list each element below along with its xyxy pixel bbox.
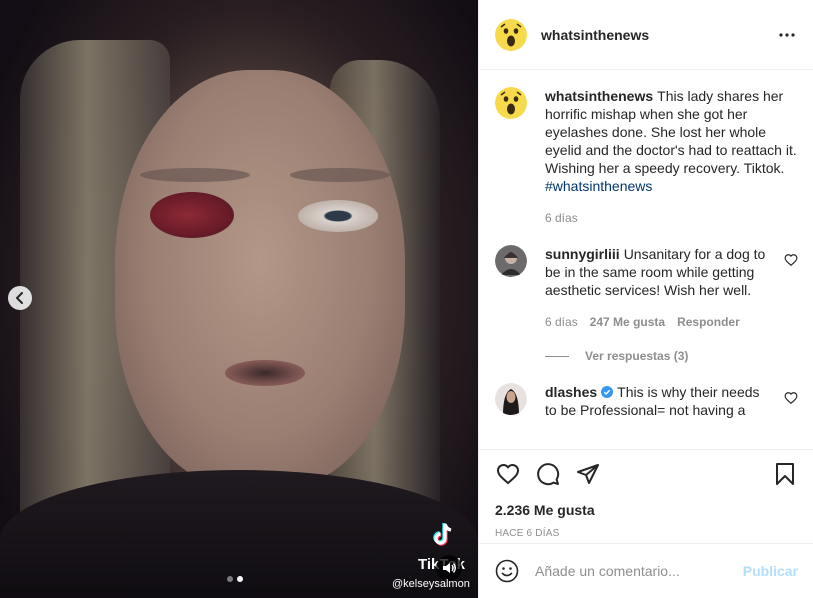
avatar[interactable] [495, 87, 527, 119]
slide-indicator [227, 576, 243, 582]
post-actions: 2.236 Me gusta HACE 6 DÍAS [479, 449, 813, 539]
ellipsis-icon [779, 32, 795, 37]
comment-like-heart-icon[interactable] [784, 253, 798, 267]
avatar[interactable] [495, 383, 527, 415]
view-replies-button[interactable]: Ver respuestas (3) [545, 349, 798, 363]
header-username[interactable]: whatsinthenews [541, 27, 649, 43]
previous-slide-button[interactable] [8, 286, 32, 310]
verified-badge-icon [601, 386, 614, 398]
replies-divider [545, 355, 569, 357]
emoji-icon[interactable] [495, 559, 519, 583]
publish-button[interactable]: Publicar [743, 563, 798, 579]
slide-dot-active [237, 576, 243, 582]
caption-body: whatsinthenews This lady shares her horri… [545, 87, 798, 231]
paper-plane-icon [577, 464, 599, 484]
photo-brow-left [140, 168, 250, 182]
more-options-button[interactable] [777, 25, 797, 45]
comment-meta: 6 días 247 Me gusta Responder [545, 313, 774, 331]
comment-username[interactable]: sunnygirliii [545, 246, 620, 262]
photo-brow-right [290, 168, 390, 182]
tiktok-watermark: TikTok [418, 520, 478, 573]
comment-button[interactable] [535, 461, 561, 487]
avatar[interactable] [495, 245, 527, 277]
user-photo-icon [495, 245, 527, 277]
caption-hashtag[interactable]: #whatsinthenews [545, 178, 652, 194]
post-sidebar: whatsinthenews whatsinthenews This lady … [478, 0, 813, 598]
chevron-left-icon [16, 292, 23, 304]
view-replies-label: Ver respuestas (3) [585, 349, 689, 363]
comment-item: sunnygirliii Unsanitary for a dog to be i… [495, 245, 798, 335]
slide-dot [227, 576, 233, 582]
comments-list[interactable]: whatsinthenews This lady shares her horri… [479, 71, 813, 449]
tiktok-username: @kelseysalmon [392, 578, 470, 590]
comment-username[interactable]: dlashes [545, 384, 597, 400]
comment-likes[interactable]: 247 Me gusta [590, 313, 665, 331]
save-button[interactable] [772, 461, 798, 487]
share-button[interactable] [575, 461, 601, 487]
comment-like-heart-icon[interactable] [784, 391, 798, 405]
bookmark-icon [776, 463, 794, 485]
like-button[interactable] [495, 461, 521, 487]
comment-time[interactable]: 6 días [545, 313, 578, 331]
shocked-face-icon [495, 18, 527, 51]
avatar[interactable] [495, 18, 527, 51]
comment-body: sunnygirliii Unsanitary for a dog to be i… [545, 245, 774, 335]
action-bar [495, 460, 798, 488]
user-photo-icon [495, 383, 527, 415]
speaker-icon [443, 563, 456, 573]
post-timestamp[interactable]: HACE 6 DÍAS [495, 528, 798, 539]
post-header: whatsinthenews [479, 0, 813, 70]
caption-meta: 6 días [545, 209, 798, 227]
photo-face [115, 70, 405, 490]
tiktok-logo-icon [433, 523, 452, 546]
post-viewer: TikTok @kelseysalmon [0, 0, 813, 598]
photo-swollen-eye [150, 192, 234, 238]
heart-icon [496, 463, 520, 485]
caption-time[interactable]: 6 días [545, 209, 578, 227]
comment-input[interactable] [535, 563, 735, 579]
comment-item: dlashes This is why their needs to be Pro… [495, 383, 798, 419]
photo-mouth [225, 360, 305, 386]
photo-open-eye [298, 200, 378, 232]
speech-bubble-icon [537, 463, 560, 486]
shocked-face-icon [495, 87, 527, 119]
reply-button[interactable]: Responder [677, 313, 740, 331]
comment-body: dlashes This is why their needs to be Pro… [545, 383, 774, 419]
comment-composer: Publicar [479, 543, 813, 598]
caption-username[interactable]: whatsinthenews [545, 88, 653, 104]
caption: whatsinthenews This lady shares her horri… [495, 87, 798, 231]
post-media[interactable]: TikTok @kelseysalmon [0, 0, 478, 598]
likes-count[interactable]: 2.236 Me gusta [495, 502, 798, 518]
